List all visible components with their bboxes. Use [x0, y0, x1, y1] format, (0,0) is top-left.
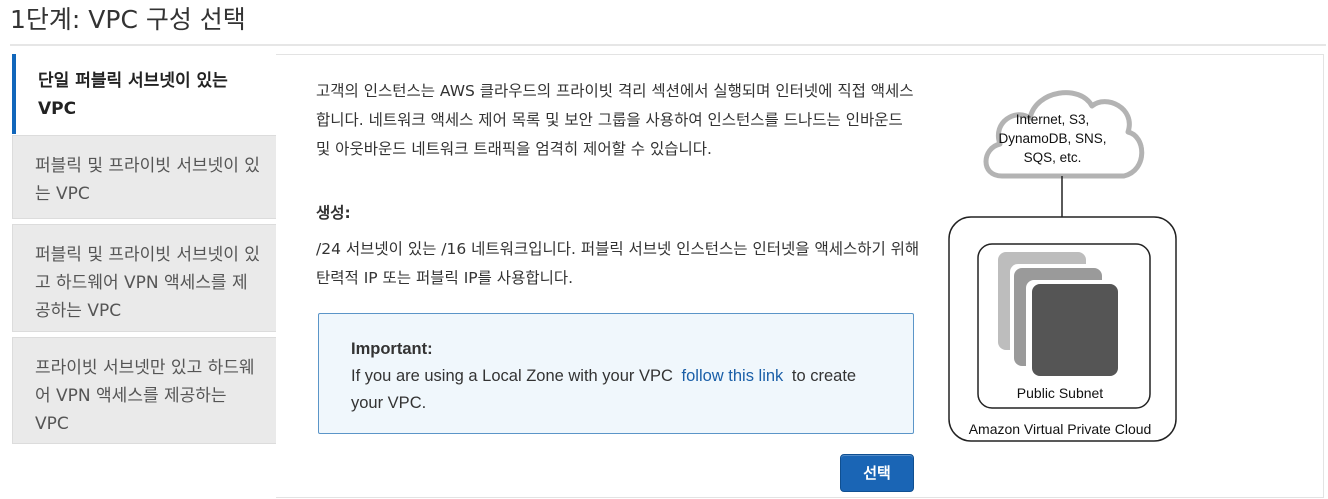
sidebar-item-private-only-vpn[interactable]: 프라이빗 서브넷만 있고 하드웨어 VPN 액세스를 제공하는 VPC	[12, 337, 276, 444]
page-title: 1단계: VPC 구성 선택	[10, 5, 246, 34]
vpc-label: Amazon Virtual Private Cloud	[968, 421, 1152, 437]
sidebar-item-label: 퍼블릭 및 프라이빗 서브넷이 있고 하드웨어 VPN 액세스를 제공하는 VP…	[35, 245, 260, 321]
sidebar-item-label: 단일 퍼블릭 서브넷이 있는 VPC	[38, 71, 228, 119]
important-text: If you are using a Local Zone with your …	[351, 363, 881, 417]
instance-icon-front	[1032, 284, 1118, 376]
sidebar-item-label: 퍼블릭 및 프라이빗 서브넷이 있는 VPC	[35, 156, 260, 204]
sidebar-item-public-private-vpn[interactable]: 퍼블릭 및 프라이빗 서브넷이 있고 하드웨어 VPN 액세스를 제공하는 VP…	[12, 224, 276, 332]
important-notice: Important: If you are using a Local Zone…	[318, 313, 914, 434]
sidebar-item-single-public-subnet[interactable]: 단일 퍼블릭 서브넷이 있는 VPC	[12, 54, 276, 134]
local-zone-link[interactable]: follow this link	[682, 367, 784, 385]
sidebar-item-label: 프라이빗 서브넷만 있고 하드웨어 VPN 액세스를 제공하는 VPC	[35, 358, 255, 434]
public-subnet-label: Public Subnet	[1016, 385, 1104, 401]
cloud-services-label: Internet, S3, DynamoDB, SNS, SQS, etc.	[998, 112, 1107, 165]
important-text-before: If you are using a Local Zone with your …	[351, 367, 673, 385]
title-divider	[10, 44, 1326, 46]
sidebar-item-public-private-subnets[interactable]: 퍼블릭 및 프라이빗 서브넷이 있는 VPC	[12, 135, 276, 219]
select-button[interactable]: 선택	[840, 454, 914, 492]
config-description: 고객의 인스턴스는 AWS 클라우드의 프라이빗 격리 섹션에서 실행되며 인터…	[316, 82, 914, 158]
created-detail: /24 서브넷이 있는 /16 네트워크입니다. 퍼블릭 서브넷 인스턴스는 인…	[316, 240, 920, 287]
important-title: Important:	[351, 340, 433, 358]
vpc-diagram: Internet, S3, DynamoDB, SNS, SQS, etc. P…	[940, 54, 1190, 454]
created-heading: 생성:	[316, 204, 351, 222]
